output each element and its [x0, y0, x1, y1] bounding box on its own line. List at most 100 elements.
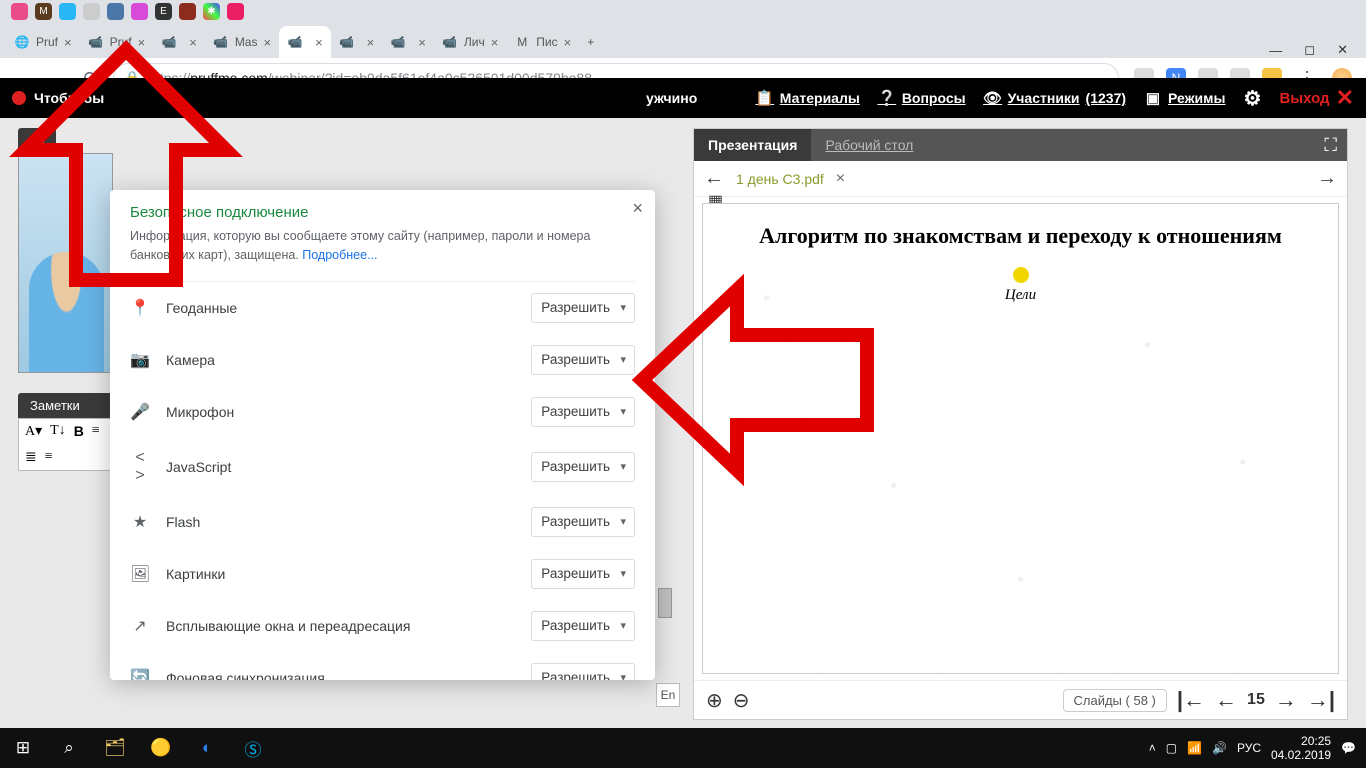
permission-select[interactable]: Разрешить	[531, 452, 635, 482]
permission-label: Всплывающие окна и переадресация	[166, 618, 515, 634]
permission-select[interactable]: Разрешить	[531, 663, 635, 681]
exit-button[interactable]: Выход✕	[1279, 85, 1354, 111]
close-icon: ✕	[1336, 85, 1354, 111]
align-left-button[interactable]: ≡	[92, 423, 100, 441]
skype-icon[interactable]: Ⓢ	[230, 728, 276, 768]
permission-row: 🔄 Фоновая синхронизация Разрешить	[130, 652, 635, 681]
presentation-footer: ⊕ ⊖ Слайды ( 58 ) |← ← 15 → →|	[694, 680, 1347, 719]
permission-icon: ★	[130, 512, 150, 532]
keyboard-lang[interactable]: РУС	[1237, 741, 1261, 755]
permission-select[interactable]: Разрешить	[531, 507, 635, 537]
minimize-button[interactable]: —	[1269, 43, 1282, 58]
tab-close-button[interactable]: ×	[418, 35, 426, 50]
learn-more-link[interactable]: Подробнее...	[302, 248, 377, 262]
expand-icon[interactable]: ⛶	[1314, 135, 1347, 156]
wifi-icon[interactable]: 📶	[1187, 741, 1202, 755]
favicon[interactable]: M	[35, 3, 52, 20]
favicon[interactable]: ✱	[203, 3, 220, 20]
start-button[interactable]: ⊞	[0, 728, 46, 768]
permission-select[interactable]: Разрешить	[531, 397, 635, 427]
zoom-out-button[interactable]: ⊖	[733, 688, 750, 713]
favicon[interactable]	[227, 3, 244, 20]
permission-select[interactable]: Разрешить	[531, 293, 635, 323]
tab-favicon: 📹	[213, 34, 229, 50]
close-window-button[interactable]: ✕	[1337, 42, 1348, 58]
permission-icon: 🖼	[130, 564, 150, 584]
permission-row: ↗ Всплывающие окна и переадресация Разре…	[130, 600, 635, 652]
tray-up-icon[interactable]: ˄	[1149, 741, 1156, 755]
tab-close-button[interactable]: ×	[315, 35, 323, 50]
prev-file-button[interactable]: ←	[704, 167, 724, 190]
file-explorer-icon[interactable]: 🗂	[92, 728, 138, 768]
favicon[interactable]	[179, 3, 196, 20]
scrollbar[interactable]	[658, 588, 672, 618]
tab-favicon: 📹	[161, 34, 177, 50]
tab-close-button[interactable]: ×	[189, 35, 197, 50]
font-size-button[interactable]: A▾	[25, 423, 42, 441]
font-style-button[interactable]: T↓	[50, 423, 66, 441]
browser-tab[interactable]: 📹 ×	[331, 26, 383, 58]
current-slide-number: 15	[1247, 691, 1265, 709]
permission-icon: 📷	[130, 350, 150, 370]
permission-row: 📷 Камера Разрешить	[130, 334, 635, 386]
browser-tab[interactable]: 📹 ×	[382, 26, 434, 58]
presentation-tabs: Презентация Рабочий стол ⛶	[694, 129, 1347, 161]
chrome-icon[interactable]: 🟡	[138, 728, 184, 768]
participants-link[interactable]: 👁Участники (1237)	[984, 89, 1126, 107]
align-right-button[interactable]: ≡	[45, 449, 53, 466]
next-slide-button[interactable]: →	[1275, 687, 1297, 713]
eye-icon: 👁	[984, 89, 1002, 107]
browser-tab[interactable]: 📹 Лич ×	[434, 26, 506, 58]
tab-close-button[interactable]: ×	[138, 35, 146, 50]
favicon[interactable]	[59, 3, 76, 20]
tab-close-button[interactable]: ×	[263, 35, 271, 50]
tab-close-button[interactable]: ×	[491, 35, 499, 50]
teamviewer-icon[interactable]: ◐	[184, 728, 230, 768]
last-slide-button[interactable]: →|	[1307, 687, 1335, 713]
permission-row: ★ Flash Разрешить	[130, 496, 635, 548]
favicon[interactable]	[131, 3, 148, 20]
permission-label: Фоновая синхронизация	[166, 670, 515, 681]
tab-presentation[interactable]: Презентация	[694, 129, 811, 161]
permission-label: JavaScript	[166, 459, 515, 475]
battery-icon[interactable]: ▢	[1166, 741, 1177, 755]
tab-favicon: 📹	[88, 34, 104, 50]
windows-taskbar: ⊞ ⌕ 🗂 🟡 ◐ Ⓢ ˄ ▢ 📶 🔊 РУС 20:25 04.02.2019…	[0, 728, 1366, 768]
permission-select[interactable]: Разрешить	[531, 559, 635, 589]
questions-link[interactable]: ❔Вопросы	[878, 89, 966, 107]
settings-icon[interactable]: ⚙	[1243, 89, 1261, 107]
browser-tab[interactable]: 📹 ×	[279, 26, 331, 58]
close-popover-button[interactable]: ×	[632, 198, 643, 219]
favicon[interactable]	[11, 3, 28, 20]
maximize-button[interactable]: ◻	[1304, 42, 1315, 58]
first-slide-button[interactable]: |←	[1177, 687, 1205, 713]
modes-link[interactable]: ▣Режимы	[1144, 89, 1225, 107]
system-tray: ˄ ▢ 📶 🔊 РУС 20:25 04.02.2019 💬	[1149, 734, 1366, 763]
permission-icon: 🎤	[130, 402, 150, 422]
permission-select[interactable]: Разрешить	[531, 345, 635, 375]
zoom-in-button[interactable]: ⊕	[706, 688, 723, 713]
notifications-icon[interactable]: 💬	[1341, 741, 1356, 755]
favicon[interactable]	[83, 3, 100, 20]
new-tab-button[interactable]: +	[579, 26, 602, 58]
permission-select[interactable]: Разрешить	[531, 611, 635, 641]
favicon[interactable]	[107, 3, 124, 20]
search-button[interactable]: ⌕	[46, 728, 92, 768]
tab-close-button[interactable]: ×	[64, 35, 72, 50]
tab-close-button[interactable]: ×	[367, 35, 375, 50]
align-center-button[interactable]: ≣	[25, 449, 37, 466]
materials-link[interactable]: 📋Материалы	[756, 89, 860, 107]
taskbar-clock[interactable]: 20:25 04.02.2019	[1271, 734, 1331, 763]
tab-label: Mas	[235, 35, 258, 49]
prev-slide-button[interactable]: ←	[1215, 687, 1237, 713]
next-file-button[interactable]: →	[1317, 167, 1337, 190]
bookmark-favicons: M E ✱	[0, 0, 1366, 20]
close-file-button[interactable]: ×	[836, 170, 845, 188]
tab-close-button[interactable]: ×	[564, 35, 572, 50]
notes-header[interactable]: Заметки	[18, 393, 113, 418]
volume-icon[interactable]: 🔊	[1212, 741, 1227, 755]
tab-desktop[interactable]: Рабочий стол	[811, 129, 927, 161]
favicon[interactable]: E	[155, 3, 172, 20]
browser-tab[interactable]: M Пис ×	[506, 26, 579, 58]
bold-button[interactable]: B	[74, 423, 84, 441]
